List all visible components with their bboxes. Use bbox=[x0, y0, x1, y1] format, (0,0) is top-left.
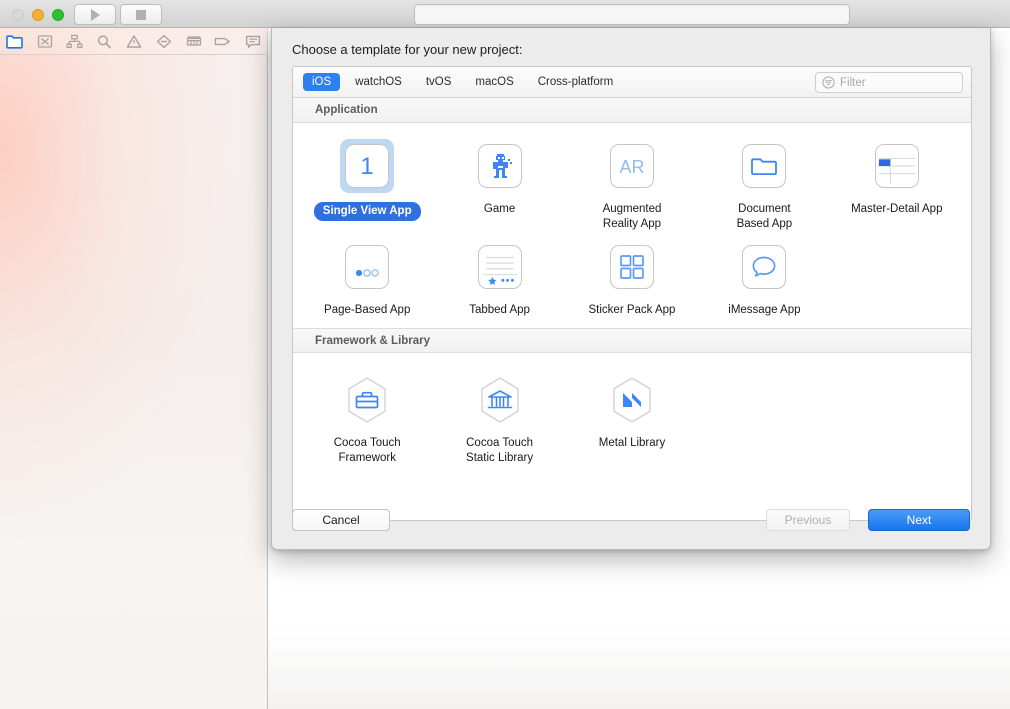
template-label: Cocoa Touch Framework bbox=[333, 437, 401, 464]
platform-tab-macos[interactable]: macOS bbox=[466, 73, 522, 91]
zoom-window-button[interactable] bbox=[52, 9, 64, 21]
report-navigator-icon[interactable] bbox=[238, 28, 268, 55]
close-window-button[interactable] bbox=[12, 9, 24, 21]
application-template-grid: 1 Single View App Game AR Augmented Real… bbox=[293, 123, 971, 328]
platform-tab-tvos[interactable]: tvOS bbox=[417, 73, 461, 91]
metal-library-icon bbox=[605, 373, 659, 427]
project-navigator-icon[interactable] bbox=[0, 28, 30, 55]
debug-navigator-icon[interactable] bbox=[179, 28, 209, 55]
platform-tab-cross-platform[interactable]: Cross-platform bbox=[529, 73, 622, 91]
template-tile-document-based-app[interactable]: Document Based App bbox=[698, 137, 830, 232]
navigator-pane bbox=[0, 28, 268, 709]
template-tile-augmented-reality-app[interactable]: AR Augmented Reality App bbox=[566, 137, 698, 232]
find-navigator-icon[interactable] bbox=[89, 28, 119, 55]
tabbed-app-icon bbox=[473, 240, 527, 294]
filter-placeholder: Filter bbox=[840, 76, 866, 89]
window-titlebar bbox=[0, 0, 1010, 28]
template-label: Metal Library bbox=[598, 437, 666, 449]
svg-text:1: 1 bbox=[361, 153, 374, 180]
test-navigator-icon[interactable] bbox=[149, 28, 179, 55]
template-tile-page-based-app[interactable]: Page-Based App bbox=[301, 238, 433, 318]
previous-button[interactable]: Previous bbox=[766, 509, 850, 531]
stop-button[interactable] bbox=[120, 4, 162, 25]
template-tile-metal-library[interactable]: Metal Library bbox=[566, 371, 698, 466]
platform-tab-ios[interactable]: iOS bbox=[303, 73, 341, 91]
framework-template-grid: Cocoa Touch Framework Cocoa Touch Static… bbox=[293, 353, 971, 488]
template-tile-master-detail-app[interactable]: Master-Detail App bbox=[831, 137, 963, 232]
play-icon bbox=[90, 8, 100, 21]
section-header-framework-library: Framework & Library bbox=[293, 328, 971, 353]
new-project-template-sheet: Choose a template for your new project: … bbox=[271, 28, 991, 550]
template-label: Sticker Pack App bbox=[588, 304, 676, 316]
template-tile-imessage-app[interactable]: iMessage App bbox=[698, 238, 830, 318]
platform-filter-bar: iOS watchOS tvOS macOS Cross-platform Fi… bbox=[293, 67, 971, 98]
template-panel: iOS watchOS tvOS macOS Cross-platform Fi… bbox=[292, 66, 972, 521]
imessage-app-icon bbox=[737, 240, 791, 294]
stop-icon bbox=[136, 9, 146, 20]
template-tile-tabbed-app[interactable]: Tabbed App bbox=[433, 238, 565, 318]
filter-field[interactable]: Filter bbox=[815, 72, 963, 93]
document-based-app-icon bbox=[737, 139, 791, 193]
sticker-pack-app-icon bbox=[605, 240, 659, 294]
template-tile-cocoa-touch-static-library[interactable]: Cocoa Touch Static Library bbox=[433, 371, 565, 466]
issue-navigator-icon[interactable] bbox=[119, 28, 149, 55]
template-label: iMessage App bbox=[728, 304, 801, 316]
master-detail-app-icon bbox=[870, 139, 924, 193]
single-view-app-icon: 1 bbox=[340, 139, 395, 193]
section-header-application: Application bbox=[293, 98, 971, 123]
cocoa-touch-framework-icon bbox=[340, 373, 394, 427]
template-tile-cocoa-touch-framework[interactable]: Cocoa Touch Framework bbox=[301, 371, 433, 466]
source-control-navigator-icon[interactable] bbox=[30, 28, 60, 55]
breakpoint-navigator-icon[interactable] bbox=[208, 28, 238, 55]
activity-status-field[interactable] bbox=[414, 4, 850, 25]
sheet-title: Choose a template for your new project: bbox=[292, 42, 523, 57]
template-label: Game bbox=[483, 203, 516, 215]
filter-icon bbox=[822, 76, 835, 89]
platform-tab-watchos[interactable]: watchOS bbox=[346, 73, 411, 91]
cancel-button[interactable]: Cancel bbox=[292, 509, 390, 531]
next-button[interactable]: Next bbox=[868, 509, 970, 531]
cocoa-touch-static-library-icon bbox=[473, 373, 527, 427]
template-label: Augmented Reality App bbox=[602, 203, 662, 230]
game-icon bbox=[473, 139, 527, 193]
minimize-window-button[interactable] bbox=[32, 9, 44, 21]
template-tile-sticker-pack-app[interactable]: Sticker Pack App bbox=[566, 238, 698, 318]
template-label: Cocoa Touch Static Library bbox=[466, 437, 534, 464]
traffic-lights bbox=[12, 9, 64, 21]
template-label: Page-Based App bbox=[324, 304, 411, 316]
template-tile-single-view-app[interactable]: 1 Single View App bbox=[301, 137, 433, 232]
augmented-reality-app-icon: AR bbox=[605, 139, 659, 193]
symbol-navigator-icon[interactable] bbox=[60, 28, 90, 55]
template-label: Single View App bbox=[313, 202, 421, 221]
run-button[interactable] bbox=[74, 4, 116, 25]
page-based-app-icon bbox=[340, 240, 394, 294]
template-label: Tabbed App bbox=[469, 304, 530, 316]
template-tile-game[interactable]: Game bbox=[433, 137, 565, 232]
xcode-main-window: Choose a template for your new project: … bbox=[0, 0, 1010, 709]
template-label: Master-Detail App bbox=[851, 203, 943, 215]
navigator-selector-bar bbox=[0, 28, 268, 55]
svg-text:AR: AR bbox=[619, 157, 644, 177]
template-label: Document Based App bbox=[736, 203, 793, 230]
